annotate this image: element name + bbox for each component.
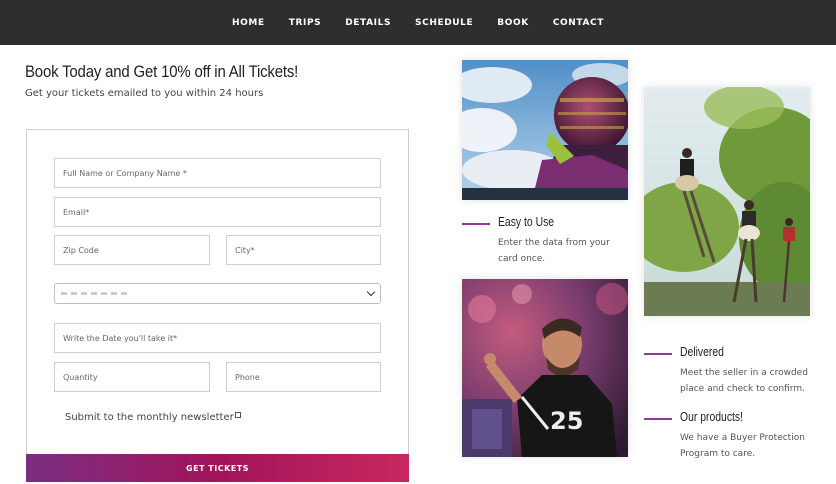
feature-easy-to-use: Easy to Use Enter the data from your car… bbox=[462, 214, 632, 274]
nav-details-link[interactable]: DETAILS bbox=[333, 18, 403, 28]
page-headline: Book Today and Get 10% off in All Ticket… bbox=[25, 62, 299, 81]
city-field[interactable]: City* bbox=[226, 235, 381, 265]
feature-delivered: Delivered Meet the seller in a crowded p… bbox=[644, 344, 824, 404]
get-tickets-button[interactable]: GET TICKETS bbox=[26, 454, 409, 482]
dj-performer-photo: 25 bbox=[462, 279, 628, 457]
newsletter-checkbox[interactable] bbox=[234, 412, 241, 418]
newsletter-label: Submit to the monthly newsletter bbox=[65, 412, 234, 423]
feature-accent-bar bbox=[462, 223, 490, 225]
feature-title: Easy to Use bbox=[498, 214, 555, 229]
phone-field[interactable]: Phone bbox=[226, 362, 381, 392]
nav-contact-link[interactable]: CONTACT bbox=[541, 18, 616, 28]
name-field[interactable]: Full Name or Company Name * bbox=[54, 158, 381, 188]
feature-title: Delivered bbox=[680, 344, 724, 359]
feature-text: We have a Buyer Protection Program to ca… bbox=[680, 433, 805, 459]
nav-trips-link[interactable]: TRIPS bbox=[277, 18, 334, 28]
svg-text:25: 25 bbox=[550, 407, 583, 435]
ticket-select[interactable] bbox=[54, 283, 381, 304]
nav-book-link[interactable]: BOOK bbox=[485, 18, 541, 28]
page-subheadline: Get your tickets emailed to you within 2… bbox=[25, 88, 264, 99]
feature-text: Meet the seller in a crowded place and c… bbox=[680, 368, 808, 394]
email-field[interactable]: Email* bbox=[54, 197, 381, 227]
feature-title: Our products! bbox=[680, 409, 744, 424]
stilt-performers-photo bbox=[629, 85, 829, 316]
select-placeholder bbox=[61, 292, 131, 295]
feature-accent-bar bbox=[644, 353, 672, 355]
feature-our-products: Our products! We have a Buyer Protection… bbox=[644, 409, 824, 469]
date-field[interactable]: Write the Date you'll take it* bbox=[54, 323, 381, 353]
feature-accent-bar bbox=[644, 418, 672, 420]
top-navigation: HOME TRIPS DETAILS SCHEDULE BOOK CONTACT bbox=[0, 0, 836, 45]
feature-text: Enter the data from your card once. bbox=[498, 238, 610, 264]
nav-schedule-link[interactable]: SCHEDULE bbox=[403, 18, 485, 28]
zip-field[interactable]: Zip Code bbox=[54, 235, 210, 265]
festival-balloon-photo bbox=[447, 60, 632, 200]
nav-home-link[interactable]: HOME bbox=[220, 18, 277, 28]
chevron-down-icon bbox=[366, 287, 376, 297]
quantity-field[interactable]: Quantity bbox=[54, 362, 210, 392]
newsletter-option: Submit to the monthly newsletter bbox=[65, 412, 241, 423]
booking-form: Full Name or Company Name * Email* Zip C… bbox=[26, 129, 409, 482]
